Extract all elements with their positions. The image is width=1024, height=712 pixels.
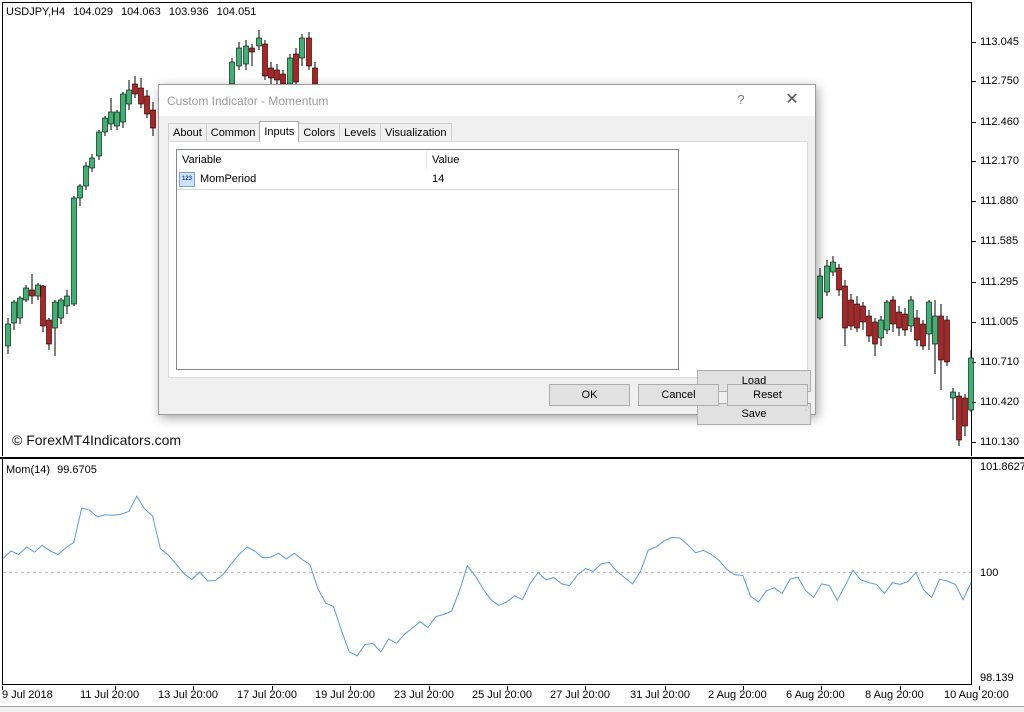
price-tick [972, 362, 976, 363]
ohlc-high: 104.063 [121, 6, 161, 18]
time-axis-label: 25 Jul 20:00 [472, 689, 532, 701]
price-tick [972, 241, 976, 242]
close-icon[interactable]: ✕ [773, 87, 811, 113]
price-axis-label: 112.170 [980, 155, 1019, 167]
reset-button[interactable]: Reset [727, 384, 808, 406]
time-axis-label: 10 Aug 20:00 [944, 689, 1009, 701]
price-tick [972, 442, 976, 443]
column-header-variable[interactable]: Variable [177, 151, 427, 169]
price-tick [972, 81, 976, 82]
custom-indicator-dialog[interactable]: Custom Indicator - Momentum ? ✕ About Co… [158, 84, 816, 425]
table-row[interactable]: 123 MomPeriod 14 [177, 170, 678, 190]
price-axis-label: 111.295 [980, 276, 1019, 288]
momentum-axis-label: 100 [980, 567, 999, 579]
ohlc-open: 104.029 [73, 6, 113, 18]
dialog-title: Custom Indicator - Momentum [167, 94, 329, 108]
watermark: © ForexMT4Indicators.com [12, 432, 182, 448]
inputs-panel: Variable Value 123 MomPeriod 14 Load Sav… [168, 141, 811, 425]
time-axis-label: 11 Jul 20:00 [80, 689, 140, 701]
cancel-button[interactable]: Cancel [638, 384, 719, 406]
time-axis-label: 19 Jul 20:00 [315, 689, 375, 701]
time-axis-label: 23 Jul 20:00 [394, 689, 454, 701]
symbol-header: USDJPY,H4 104.029 104.063 103.936 104.05… [6, 6, 261, 18]
price-axis-label: 113.045 [980, 36, 1019, 48]
price-axis-label: 110.710 [980, 356, 1019, 368]
time-axis-label: 27 Jul 20:00 [550, 689, 610, 701]
momentum-line [2, 495, 972, 657]
tab-strip: About Common Inputs Colors Levels Visual… [168, 121, 452, 142]
ohlc-close: 104.051 [216, 6, 257, 18]
price-axis-label: 111.880 [980, 195, 1019, 207]
price-axis-label: 111.585 [980, 235, 1019, 247]
tab-common[interactable]: Common [205, 123, 261, 142]
save-button[interactable]: Save [697, 403, 811, 425]
price-tick [972, 201, 976, 202]
price-axis-label: 111.005 [980, 316, 1019, 328]
dialog-titlebar[interactable]: Custom Indicator - Momentum ? ✕ [159, 85, 815, 116]
status-bar [0, 706, 1024, 712]
momentum-axis-label: 98.139 [980, 672, 1014, 684]
price-axis-label: 110.420 [980, 396, 1019, 408]
tab-colors[interactable]: Colors [298, 123, 341, 142]
price-axis[interactable]: 113.045 112.750 112.460 112.170 111.880 111.5… [972, 0, 1024, 457]
integer-type-icon: 123 [179, 172, 195, 187]
price-tick [972, 282, 976, 283]
price-axis-label: 112.750 [980, 75, 1019, 87]
time-axis-label: 31 Jul 20:00 [630, 689, 690, 701]
column-header-value[interactable]: Value [427, 151, 678, 169]
tab-inputs[interactable]: Inputs [259, 121, 300, 142]
time-axis-label: 9 Jul 2018 [2, 689, 53, 701]
ohlc-low: 103.936 [168, 6, 209, 18]
time-axis-label: 8 Aug 20:00 [865, 689, 924, 701]
help-icon[interactable]: ? [727, 87, 755, 113]
momentum-header: Mom(14) 99.6705 [6, 464, 101, 476]
momentum-value: 99.6705 [57, 464, 97, 476]
time-axis-label: 6 Aug 20:00 [786, 689, 845, 701]
price-axis-label: 110.130 [980, 436, 1019, 448]
resize-grip-icon[interactable]: ⋰ [805, 405, 813, 413]
tab-about[interactable]: About [168, 123, 207, 142]
price-tick [972, 122, 976, 123]
time-axis-label: 13 Jul 20:00 [158, 689, 218, 701]
price-axis-label: 112.460 [980, 116, 1019, 128]
price-tick [972, 322, 976, 323]
price-tick [972, 161, 976, 162]
tab-visualization[interactable]: Visualization [379, 123, 452, 142]
time-axis-label: 17 Jul 20:00 [237, 689, 297, 701]
row-value-field[interactable]: 14 [432, 173, 444, 185]
momentum-axis-label: 101.8627 [980, 461, 1024, 473]
row-variable-name: MomPeriod [200, 173, 257, 185]
momentum-axis[interactable]: 101.8627 100 98.139 [972, 459, 1024, 687]
price-tick [972, 402, 976, 403]
tab-levels[interactable]: Levels [339, 123, 381, 142]
ok-button[interactable]: OK [549, 384, 630, 406]
symbol-name: USDJPY,H4 [6, 6, 66, 18]
time-axis-label: 2 Aug 20:00 [708, 689, 767, 701]
price-tick [972, 42, 976, 43]
momentum-name: Mom(14) [6, 464, 51, 476]
inputs-table[interactable]: Variable Value 123 MomPeriod 14 [176, 149, 679, 370]
